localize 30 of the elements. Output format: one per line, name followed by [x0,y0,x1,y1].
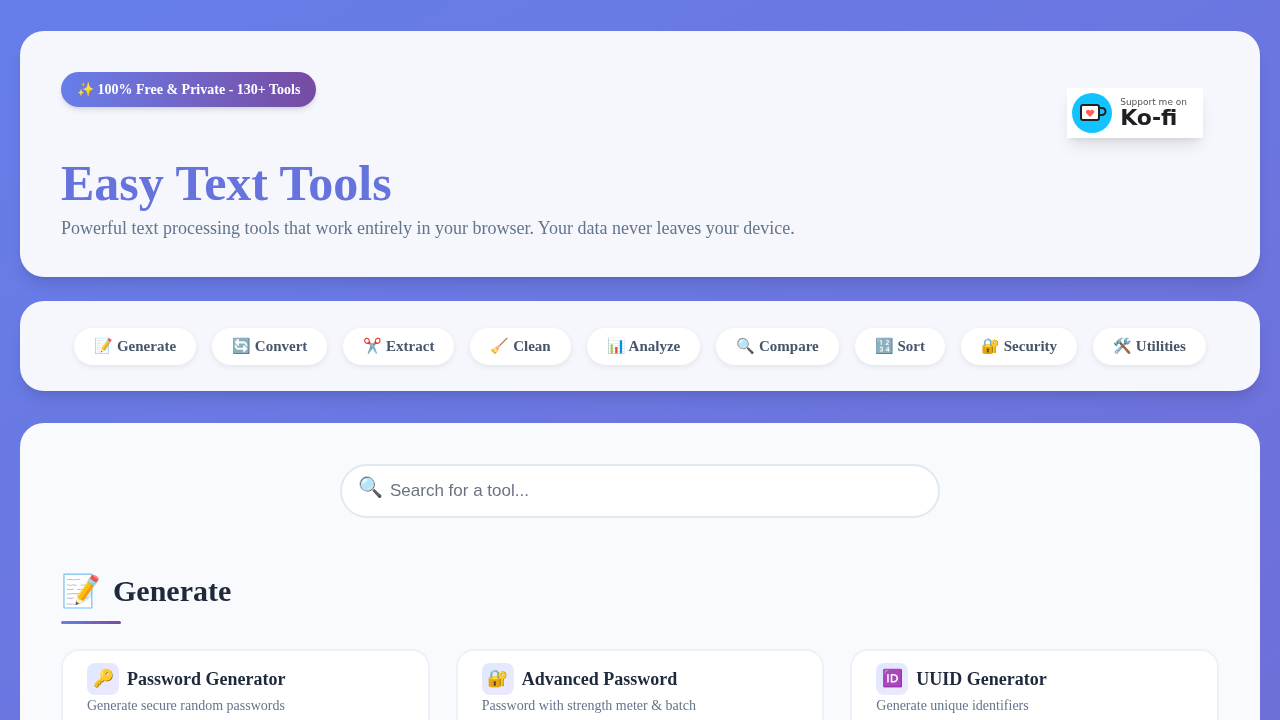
category-chip[interactable]: 🛠 Utilities [1093,327,1206,365]
tool-description: Generate secure random passwords [87,698,286,714]
tool-icon: 🆔 [876,663,909,695]
kofi-logo-text: Ko-fi [1120,106,1178,129]
tool-name: Advanced Password [521,667,678,691]
section-title: Generate [113,573,232,609]
tool-name: Password Generator [127,667,286,691]
category-chip[interactable]: 🔐 Security [960,327,1078,365]
tool-card[interactable]: 🔐 Advanced Password Password with strength meter & batch [455,649,825,720]
tool-name: UUID Generator [916,667,1047,691]
page-subtitle: Powerful text processing tools that work entirely in your browser. Your data never leaves your device. [61,217,795,240]
category-chip[interactable]: 🔍 Compare [716,327,839,365]
tool-icon: 🔑 [87,663,119,695]
category-chip[interactable]: 🔄 Convert [212,327,328,365]
section-icon: 📝 [61,574,101,607]
page-title: Easy Text Tools [61,155,393,211]
kofi-caption: Support me on [1120,97,1187,107]
category-chip[interactable]: 🧹 Clean [470,327,571,365]
search-icon: 🔍 [358,477,383,497]
tool-icon: 🔐 [481,663,514,695]
kofi-button[interactable]: Support me on Ko-fi [1067,88,1203,138]
tool-description: Password with strength meter & batch [481,698,697,714]
category-chip[interactable]: 📝 Generate [74,327,197,365]
promo-badge: ✨ 100% Free & Private - 130+ Tools [61,72,317,107]
category-chip[interactable]: ✂ Extract [343,327,455,365]
tool-description: Generate unique identifiers [876,698,1030,714]
category-chip[interactable]: 📊 Analyze [586,327,701,365]
category-chip[interactable]: 🔢 Sort [854,327,945,365]
tool-card[interactable]: 🆔 UUID Generator Generate unique identifiers [850,649,1219,720]
tool-card[interactable]: 🔑 Password Generator Generate secure random passwords [61,649,430,720]
